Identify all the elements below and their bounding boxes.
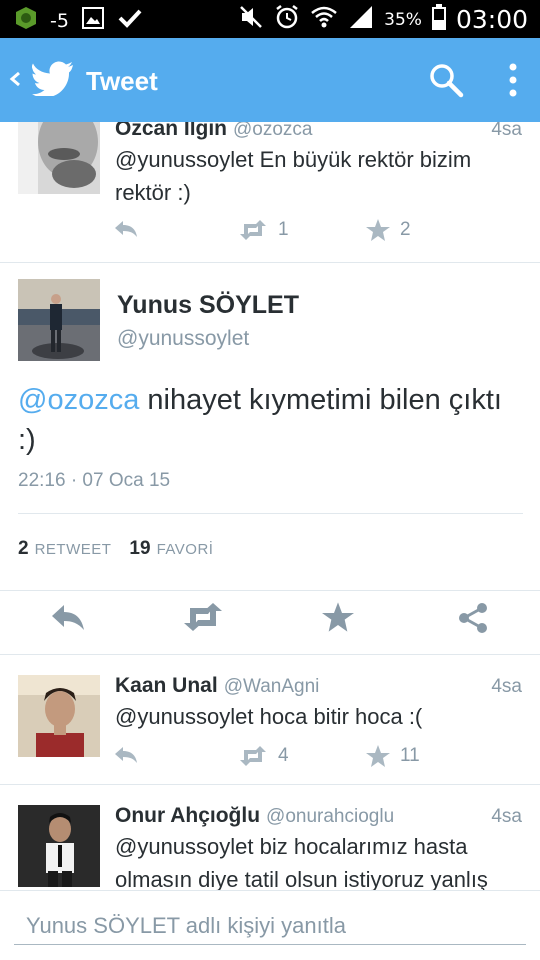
author-handle: @onurahcioglu: [266, 806, 395, 827]
reply-input[interactable]: [14, 907, 526, 945]
share-icon: [459, 603, 487, 633]
tweet-date: 22:16 · 07 Oca 15: [18, 470, 171, 491]
avatar[interactable]: [18, 675, 100, 757]
check-icon: [117, 6, 143, 35]
tweet-text: @yunussoylet biz hocalarımız hasta olmas…: [115, 834, 488, 890]
reply-icon: [115, 747, 137, 763]
favorite-count[interactable]: 19: [129, 538, 150, 560]
mute-icon: [238, 4, 264, 35]
main-author-name[interactable]: Yunus SÖYLET: [117, 291, 299, 320]
author-name: Özcan Ilgın: [115, 122, 228, 140]
signal-icon: [348, 4, 374, 35]
wifi-icon: [310, 4, 338, 35]
retweet-icon: [184, 603, 222, 631]
divider: [0, 654, 540, 655]
notification-count: -5: [50, 9, 69, 32]
star-icon: [366, 745, 390, 767]
retweet-icon: [240, 220, 266, 240]
retweet-count: 4: [278, 745, 289, 766]
reply-icon: [52, 605, 84, 630]
back-arrow-icon[interactable]: [8, 64, 22, 94]
tweet-text: @yunussoylet En büyük rektör bizim rektö…: [115, 147, 472, 205]
tweet-time: 4sa: [491, 676, 522, 697]
favorite-action[interactable]: 2: [366, 219, 411, 241]
tweet-time: 4sa: [491, 122, 522, 140]
battery-percent: 35%: [384, 9, 422, 30]
clock: 03:00: [455, 5, 528, 34]
tweet-author[interactable]: Onur Ahçıoğlu @onurahcioglu: [115, 804, 394, 828]
twitter-bird-icon[interactable]: [31, 60, 74, 98]
favorite-action[interactable]: 11: [366, 745, 420, 767]
favorite-button[interactable]: [322, 602, 354, 637]
divider: [0, 590, 540, 591]
tweet-time: 4sa: [491, 806, 522, 827]
app-bar: Tweet: [0, 38, 540, 122]
reply-action[interactable]: [113, 219, 139, 239]
gallery-icon: [81, 6, 105, 35]
search-icon[interactable]: [428, 62, 464, 98]
retweet-count: 1: [278, 219, 289, 240]
page-title: Tweet: [86, 66, 158, 96]
reply-bar: [0, 890, 540, 960]
favorite-count: 2: [400, 219, 411, 240]
tweet-author[interactable]: Özcan Ilgın @ozozca: [115, 122, 313, 141]
status-bar: -5 35% 03:00: [0, 0, 540, 38]
tweet-stats: 2 RETWEET 19 FAVORİ: [18, 538, 225, 560]
tweet-text: @yunussoylet hoca bitir hoca :(: [115, 704, 423, 729]
favorite-label[interactable]: FAVORİ: [157, 541, 214, 558]
retweet-label[interactable]: RETWEET: [35, 541, 112, 558]
main-avatar[interactable]: [18, 279, 100, 361]
tweet-detail: Özcan Ilgın @ozozca 4sa @yunussoylet En b…: [0, 122, 540, 890]
main-tweet-text: @ozozca nihayet kıymetimi bilen çıktı :): [18, 380, 523, 460]
retweet-action[interactable]: 1: [238, 219, 289, 241]
tweet-author[interactable]: Kaan Unal @WanAgni: [115, 674, 319, 698]
retweet-action[interactable]: 4: [238, 745, 289, 767]
app-notification-icon: [14, 6, 38, 35]
retweet-count[interactable]: 2: [18, 538, 29, 560]
main-author-handle[interactable]: @yunussoylet: [117, 327, 249, 351]
avatar[interactable]: [18, 805, 100, 887]
alarm-icon: [274, 4, 300, 35]
divider: [0, 784, 540, 785]
retweet-button[interactable]: [182, 603, 224, 636]
battery-icon: [431, 4, 446, 35]
overflow-menu-icon[interactable]: [504, 60, 522, 100]
author-name: Onur Ahçıoğlu: [115, 804, 261, 827]
avatar[interactable]: [18, 122, 100, 194]
star-icon: [366, 219, 390, 241]
divider: [18, 513, 523, 514]
divider: [0, 262, 540, 263]
mention-link[interactable]: @ozozca: [18, 384, 139, 416]
author-handle: @ozozca: [233, 122, 313, 140]
favorite-count: 11: [400, 745, 420, 766]
reply-button[interactable]: [50, 603, 86, 636]
author-handle: @WanAgni: [223, 676, 320, 697]
reply-action[interactable]: [113, 745, 139, 765]
author-name: Kaan Unal: [115, 674, 218, 697]
retweet-icon: [240, 746, 266, 766]
reply-icon: [115, 221, 137, 237]
share-button[interactable]: [457, 602, 489, 639]
star-icon: [322, 602, 354, 632]
